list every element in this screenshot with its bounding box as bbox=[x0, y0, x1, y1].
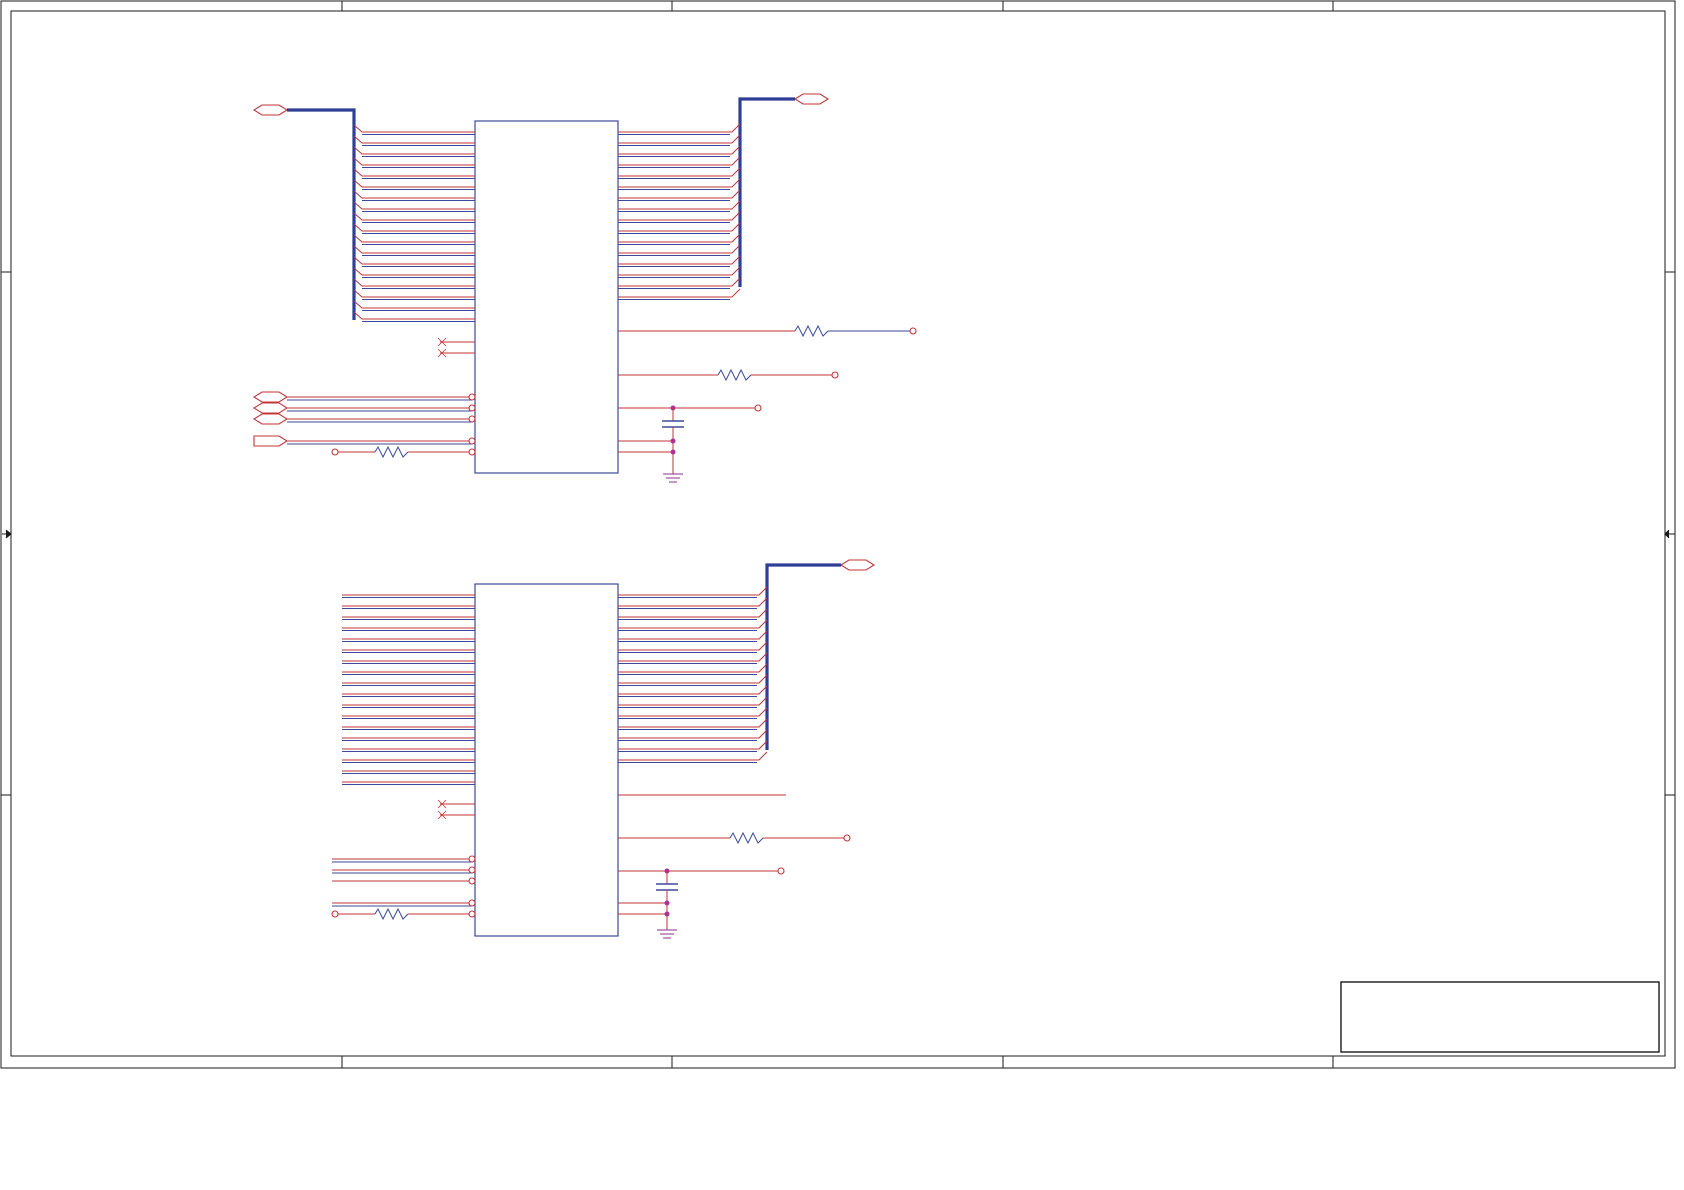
pin-wire bbox=[618, 707, 768, 717]
pin-wire bbox=[353, 146, 475, 155]
right-passives-top bbox=[618, 324, 917, 483]
signal-port bbox=[252, 391, 289, 403]
pin-wire bbox=[353, 256, 475, 265]
pin-wire bbox=[618, 740, 768, 750]
pin-wire bbox=[353, 289, 475, 298]
pin-wire bbox=[618, 718, 768, 728]
title-block bbox=[1340, 981, 1660, 1053]
resistor-icon bbox=[374, 907, 409, 921]
center-arrow-left-icon bbox=[2, 529, 12, 539]
pin-wire bbox=[353, 124, 475, 133]
pin-wire bbox=[353, 135, 475, 144]
pin-wire bbox=[618, 597, 768, 607]
pin-wire bbox=[353, 278, 475, 287]
pin-wire bbox=[618, 255, 741, 265]
signal-port bbox=[252, 413, 289, 425]
bus-right-bottom bbox=[765, 563, 841, 750]
pin-wire bbox=[618, 288, 741, 298]
signal-port bbox=[252, 402, 289, 414]
pin-wire bbox=[618, 211, 741, 221]
ground-icon bbox=[663, 473, 683, 483]
pin-wire bbox=[353, 245, 475, 254]
center-arrow-right-icon bbox=[1664, 529, 1675, 539]
pin-wire bbox=[618, 685, 768, 695]
pin-wire bbox=[618, 244, 741, 254]
pin-wire bbox=[618, 178, 741, 188]
pin-wire bbox=[618, 145, 741, 155]
pin-wire bbox=[353, 234, 475, 243]
resistor-icon bbox=[717, 368, 752, 382]
pin-wire bbox=[618, 619, 768, 629]
bus-right-top bbox=[738, 97, 795, 287]
ic-top-body bbox=[474, 120, 619, 474]
pin-wire bbox=[353, 300, 475, 309]
pin-wire bbox=[353, 212, 475, 221]
pin-wire bbox=[618, 641, 768, 651]
pin-wire bbox=[618, 277, 741, 287]
resistor-icon bbox=[374, 445, 409, 459]
pin-wire bbox=[353, 201, 475, 210]
bus-port-right-bottom bbox=[839, 559, 876, 571]
control-signals-top bbox=[252, 391, 476, 459]
pin-wire bbox=[618, 266, 741, 276]
ic-top-right-pins bbox=[618, 123, 741, 300]
pin-wire bbox=[618, 200, 741, 210]
input-port bbox=[253, 435, 289, 447]
ground-icon bbox=[657, 929, 677, 939]
bus-left-top bbox=[287, 108, 356, 320]
pin-wire bbox=[618, 674, 768, 684]
ic-top-left-pins bbox=[353, 124, 475, 322]
pin-wire bbox=[353, 311, 475, 320]
pin-wire bbox=[353, 267, 475, 276]
right-passives-bottom bbox=[618, 794, 851, 939]
sheet-frame bbox=[0, 0, 1676, 1069]
top-circuit bbox=[252, 93, 917, 483]
pin-wire bbox=[618, 156, 741, 166]
control-signals-bottom bbox=[331, 855, 476, 921]
pin-wire bbox=[618, 630, 768, 640]
resistor-icon bbox=[794, 324, 829, 338]
pin-wire bbox=[618, 586, 768, 596]
pin-wire bbox=[618, 751, 768, 761]
pin-wire bbox=[353, 157, 475, 166]
pin-wire bbox=[618, 233, 741, 243]
pin-wire bbox=[618, 222, 741, 232]
pin-wire bbox=[618, 663, 768, 673]
pin-wire bbox=[618, 167, 741, 177]
pin-wire bbox=[618, 189, 741, 199]
pin-wire bbox=[618, 696, 768, 706]
pin-wire bbox=[353, 168, 475, 177]
ic-bottom-body bbox=[474, 583, 619, 937]
resistor-icon bbox=[729, 831, 764, 845]
pin-wire bbox=[353, 223, 475, 232]
schematic-canvas bbox=[0, 0, 1676, 1069]
ic-bottom-right-pins bbox=[618, 586, 768, 763]
pin-wire bbox=[353, 179, 475, 188]
pin-wire bbox=[618, 729, 768, 739]
outer-border bbox=[0, 0, 1676, 1069]
bus-port-right-top bbox=[793, 93, 830, 105]
no-connect-pins bbox=[437, 799, 475, 820]
pin-wire bbox=[618, 608, 768, 618]
bus-port-left-top bbox=[252, 104, 289, 116]
bottom-circuit bbox=[331, 559, 876, 939]
pin-wire bbox=[618, 652, 768, 662]
pin-wire bbox=[618, 134, 741, 144]
pin-wire bbox=[353, 190, 475, 199]
inner-border bbox=[10, 10, 1666, 1057]
no-connect-pins bbox=[437, 337, 475, 358]
ic-bottom-left-pins bbox=[342, 594, 475, 785]
pin-wire bbox=[618, 123, 741, 133]
